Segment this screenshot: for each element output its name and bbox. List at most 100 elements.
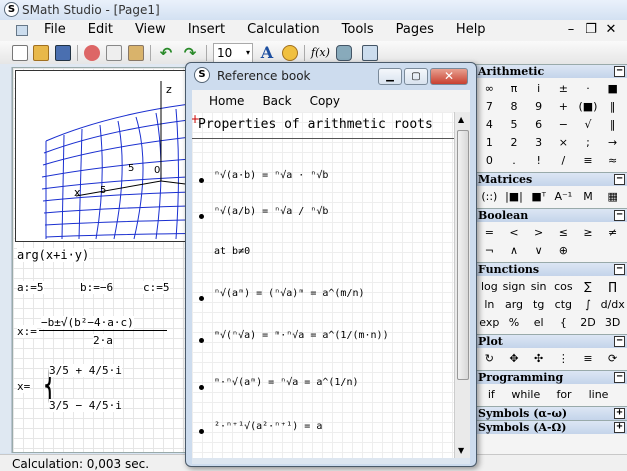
func-btn[interactable]: { (551, 314, 576, 332)
arith-btn[interactable]: 1 (477, 134, 502, 152)
matrix-btn[interactable]: |■| (502, 188, 527, 206)
menu-file[interactable]: File (44, 22, 66, 37)
bool-btn[interactable]: ⊕ (551, 242, 576, 260)
menu-help[interactable]: Help (456, 22, 486, 37)
arith-btn[interactable]: ■ (600, 80, 625, 98)
reference-book-titlebar[interactable]: S Reference book ▁ ▢ ✕ (190, 66, 472, 86)
prog-btn-for[interactable]: for (548, 386, 580, 404)
func-btn[interactable]: ln (477, 296, 502, 314)
func-btn[interactable]: ∫ (576, 296, 601, 314)
bool-btn[interactable]: ∨ (526, 242, 551, 260)
arith-btn[interactable]: 3 (526, 134, 551, 152)
matrix-btn[interactable]: ▦ (600, 188, 625, 206)
formula-reduce-root[interactable]: ᵐ·ⁿ√(aᵐ) = ⁿ√a = a^(1/n) (214, 377, 359, 388)
arith-btn[interactable]: + (551, 98, 576, 116)
menu-pages[interactable]: Pages (396, 22, 434, 37)
matrix-btn[interactable]: A⁻¹ (551, 188, 576, 206)
arith-btn[interactable]: → (600, 134, 625, 152)
func-btn[interactable]: log (477, 278, 502, 296)
arith-btn[interactable]: · (576, 80, 601, 98)
arith-btn[interactable]: 6 (526, 116, 551, 134)
copy-icon[interactable] (106, 45, 122, 61)
reference-book-content[interactable]: + Properties of arithmetic roots ⁿ√(a·b)… (192, 112, 454, 458)
arith-btn[interactable]: i (526, 80, 551, 98)
undo-icon[interactable]: ↶ (158, 45, 174, 61)
collapse-icon[interactable]: − (614, 66, 625, 77)
assign-a[interactable]: a:=5 (17, 281, 44, 294)
panel-symbols-greek-upper-header[interactable]: Symbols (Α-Ω) + (475, 420, 627, 434)
prog-btn-while[interactable]: while (504, 386, 548, 404)
func-btn[interactable]: el (526, 314, 551, 332)
arith-btn[interactable]: − (551, 116, 576, 134)
bool-btn[interactable]: ≤ (551, 224, 576, 242)
expand-icon[interactable]: + (614, 408, 625, 419)
scrollbar-thumb[interactable] (457, 130, 469, 380)
refresh-icon[interactable]: ⟳ (600, 350, 625, 368)
ref-menu-copy[interactable]: Copy (310, 90, 340, 112)
prog-btn-if[interactable]: if (479, 386, 504, 404)
move-icon[interactable]: ✣ (526, 350, 551, 368)
minimize-doc-icon[interactable]: – (561, 22, 581, 37)
arith-btn[interactable]: 2 (502, 134, 527, 152)
ref-menu-home[interactable]: Home (209, 90, 244, 112)
ref-menu-back[interactable]: Back (262, 90, 291, 112)
panel-boolean-header[interactable]: Boolean − (475, 208, 627, 222)
collapse-icon[interactable]: − (614, 210, 625, 221)
assign-b[interactable]: b:=−6 (80, 281, 114, 294)
bool-btn[interactable]: ∧ (502, 242, 527, 260)
bool-btn[interactable]: = (477, 224, 502, 242)
func-btn[interactable]: ctg (551, 296, 576, 314)
arith-btn[interactable]: . (502, 152, 527, 170)
panel-functions-header[interactable]: Functions − (475, 262, 627, 276)
text-style-icon[interactable]: A (259, 45, 275, 61)
points-icon[interactable]: ⋮ (551, 350, 576, 368)
arith-btn[interactable]: 7 (477, 98, 502, 116)
formula-root-quotient[interactable]: ⁿ√(a/b) = ⁿ√a / ⁿ√b (214, 206, 328, 217)
assign-c[interactable]: c:=5 (143, 281, 170, 294)
func-btn[interactable]: tg (526, 296, 551, 314)
menu-insert[interactable]: Insert (188, 22, 225, 37)
menu-view[interactable]: View (135, 22, 166, 37)
arith-btn[interactable]: ‖ (600, 98, 625, 116)
menu-edit[interactable]: Edit (88, 22, 113, 37)
scroll-up-icon[interactable]: ▲ (458, 115, 464, 124)
collapse-icon[interactable]: − (614, 336, 625, 347)
minimize-icon[interactable]: ▁ (378, 68, 402, 85)
arith-btn[interactable]: ‖ (600, 116, 625, 134)
arith-btn[interactable]: 8 (502, 98, 527, 116)
func-btn[interactable]: exp (477, 314, 502, 332)
matrix-btn[interactable]: ■ᵀ (526, 188, 551, 206)
arith-btn[interactable]: 5 (502, 116, 527, 134)
lines-icon[interactable]: ≡ (576, 350, 601, 368)
collapse-icon[interactable]: − (614, 372, 625, 383)
arith-btn[interactable]: ! (526, 152, 551, 170)
insert-image-icon[interactable] (282, 45, 298, 61)
func-btn[interactable]: 3D (600, 314, 625, 332)
scroll-down-icon[interactable]: ▼ (458, 446, 464, 455)
maximize-icon[interactable]: ▢ (404, 68, 428, 85)
arith-btn[interactable]: × (551, 134, 576, 152)
menu-calculation[interactable]: Calculation (247, 22, 320, 37)
collapse-icon[interactable]: − (614, 174, 625, 185)
func-btn[interactable]: d/dx (600, 296, 625, 314)
arith-btn[interactable]: ; (576, 134, 601, 152)
close-doc-icon[interactable]: ✕ (601, 22, 621, 37)
func-btn[interactable]: arg (502, 296, 527, 314)
arith-btn[interactable]: ± (551, 80, 576, 98)
cut-icon[interactable] (84, 45, 100, 61)
formula-root-product[interactable]: ⁿ√(a·b) = ⁿ√a · ⁿ√b (214, 170, 328, 181)
func-btn[interactable]: sin (526, 278, 551, 296)
formula-nested-root[interactable]: ᵐ√(ⁿ√a) = ᵐ·ⁿ√a = a^(1/(m·n)) (214, 330, 389, 341)
func-btn[interactable]: sign (502, 278, 527, 296)
arith-btn[interactable]: ≡ (576, 152, 601, 170)
func-btn[interactable]: ∏ (600, 278, 625, 296)
bool-btn[interactable]: < (502, 224, 527, 242)
arith-btn[interactable]: ∞ (477, 80, 502, 98)
menu-tools[interactable]: Tools (342, 22, 374, 37)
arith-btn[interactable]: 0 (477, 152, 502, 170)
reference-book-window[interactable]: S Reference book ▁ ▢ ✕ Home Back Copy + … (185, 62, 477, 467)
func-btn[interactable]: % (502, 314, 527, 332)
new-file-icon[interactable] (12, 45, 28, 61)
func-btn[interactable]: 2D (576, 314, 601, 332)
bool-btn[interactable]: ¬ (477, 242, 502, 260)
